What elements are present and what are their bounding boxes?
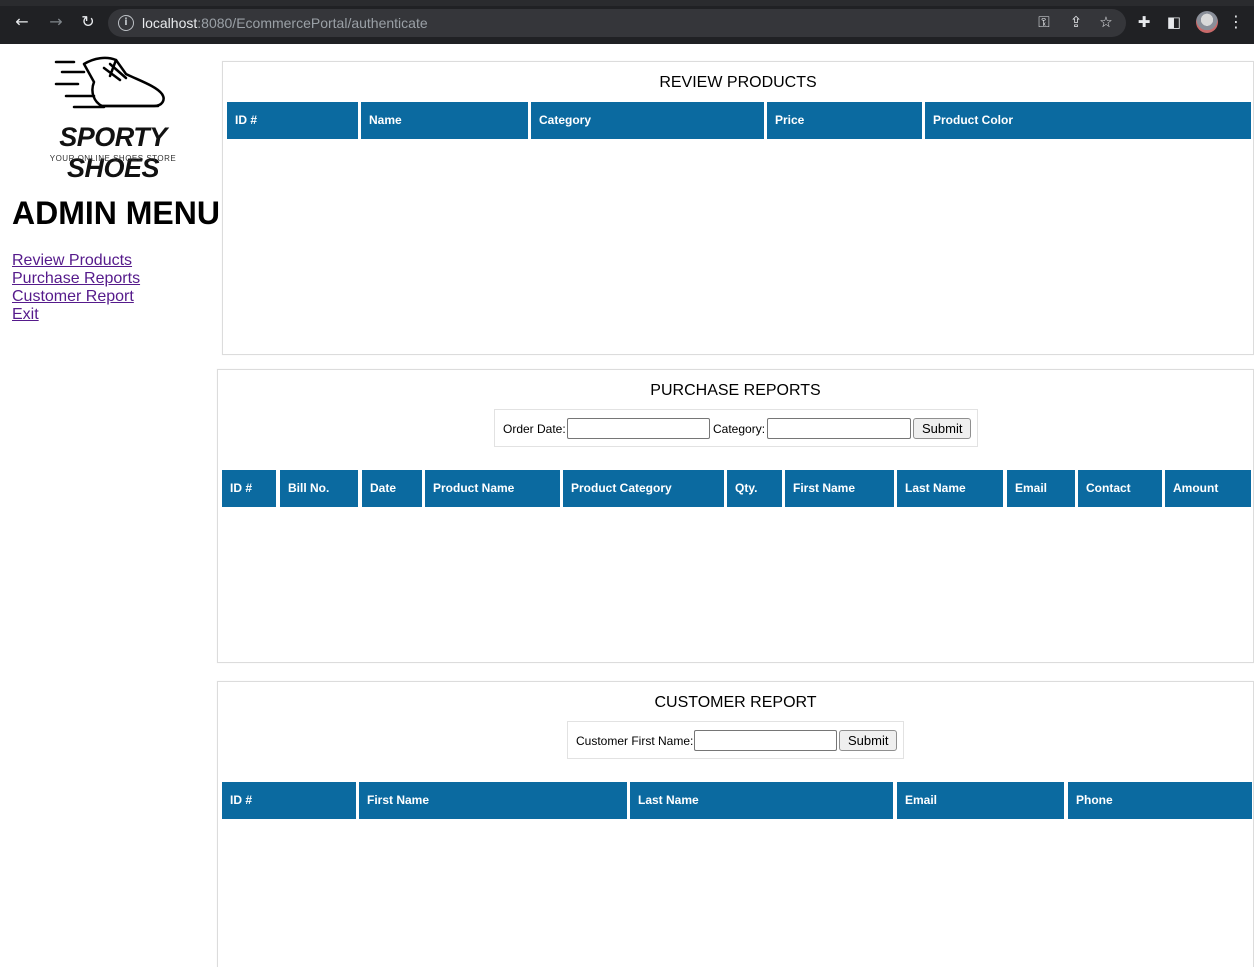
url-text[interactable]: localhost:8080/EcommercePortal/authentic… (142, 14, 428, 32)
column-header-amount[interactable]: Amount (1165, 470, 1251, 507)
column-header-product-color[interactable]: Product Color (925, 102, 1251, 139)
customer-submit-button[interactable]: Submit (839, 730, 898, 751)
tab-strip (0, 0, 1254, 6)
menu-link-exit[interactable]: Exit (12, 306, 140, 324)
column-header-date[interactable]: Date (362, 470, 422, 507)
column-header-last-name[interactable]: Last Name (897, 470, 1003, 507)
column-header-price[interactable]: Price (767, 102, 922, 139)
column-header-email[interactable]: Email (1007, 470, 1075, 507)
column-header-id[interactable]: ID # (222, 470, 276, 507)
menu-icon[interactable]: ⋮ (1228, 12, 1244, 31)
purchase-filter-form: Order Date: Category: Submit (494, 409, 978, 447)
sidepanel-icon[interactable]: ◧ (1164, 13, 1184, 31)
column-header-name[interactable]: Name (361, 102, 528, 139)
column-header-first-name[interactable]: First Name (785, 470, 894, 507)
column-header-last-name[interactable]: Last Name (630, 782, 893, 819)
info-icon[interactable]: i (118, 15, 134, 31)
back-icon[interactable]: ← (12, 12, 32, 32)
column-header-product-name[interactable]: Product Name (425, 470, 560, 507)
url-host: localhost (142, 15, 198, 31)
extensions-icon[interactable]: ✚ (1134, 13, 1154, 31)
column-header-phone[interactable]: Phone (1068, 782, 1252, 819)
customer-first-name-label: Customer First Name: (576, 734, 694, 748)
menu-link-customer-report[interactable]: Customer Report (12, 288, 140, 306)
customer-first-name-input[interactable] (694, 730, 837, 751)
column-header-product-category[interactable]: Product Category (563, 470, 724, 507)
column-header-first-name[interactable]: First Name (359, 782, 627, 819)
purchase-reports-table-header: ID # Bill No. Date Product Name Product … (222, 470, 1252, 507)
purchase-reports-title: PURCHASE REPORTS (650, 382, 821, 399)
admin-menu: Review Products Purchase Reports Custome… (12, 252, 140, 324)
menu-link-purchase-reports[interactable]: Purchase Reports (12, 270, 140, 288)
column-header-category[interactable]: Category (531, 102, 764, 139)
running-shoe-icon (54, 56, 165, 109)
customer-report-title: CUSTOMER REPORT (654, 694, 817, 711)
brand-logo: SPORTY SHOES YOUR ONLINE SHOES STORE (18, 52, 208, 183)
profile-avatar[interactable] (1196, 11, 1218, 33)
admin-menu-title: ADMIN MENU (12, 195, 220, 231)
review-products-table-header: ID # Name Category Price Product Color (227, 102, 1251, 139)
column-header-id[interactable]: ID # (222, 782, 356, 819)
column-header-bill-no[interactable]: Bill No. (280, 470, 358, 507)
customer-report-table-header: ID # First Name Last Name Email Phone (222, 782, 1252, 819)
brand-tagline: YOUR ONLINE SHOES STORE (49, 154, 177, 163)
category-label: Category: (713, 422, 766, 436)
brand-name: SPORTY SHOES (59, 122, 167, 183)
column-header-qty[interactable]: Qty. (727, 470, 782, 507)
customer-report-panel: CUSTOMER REPORT Customer First Name: Sub… (217, 681, 1254, 967)
column-header-id[interactable]: ID # (227, 102, 358, 139)
address-bar[interactable]: i localhost:8080/EcommercePortal/authent… (108, 9, 1126, 37)
browser-toolbar: ← → ↻ i localhost:8080/EcommercePortal/a… (0, 0, 1254, 44)
review-products-title: REVIEW PRODUCTS (659, 74, 817, 91)
share-icon[interactable]: ⇪ (1066, 13, 1086, 31)
column-header-contact[interactable]: Contact (1078, 470, 1162, 507)
menu-link-review-products[interactable]: Review Products (12, 252, 140, 270)
url-path: :8080/EcommercePortal/authenticate (197, 15, 428, 31)
order-date-input[interactable] (567, 418, 710, 439)
forward-icon[interactable]: → (46, 12, 66, 32)
purchase-submit-button[interactable]: Submit (913, 418, 972, 439)
purchase-reports-panel: PURCHASE REPORTS Order Date: Category: S… (217, 369, 1254, 663)
star-icon[interactable]: ☆ (1096, 13, 1116, 31)
reload-icon[interactable]: ↻ (78, 12, 98, 32)
review-products-panel: REVIEW PRODUCTS ID # Name Category Price… (222, 61, 1254, 355)
order-date-label: Order Date: (503, 422, 566, 436)
category-input[interactable] (767, 418, 911, 439)
key-icon[interactable]: ⚿ (1034, 13, 1054, 31)
customer-filter-form: Customer First Name: Submit (567, 721, 904, 759)
column-header-email[interactable]: Email (897, 782, 1064, 819)
